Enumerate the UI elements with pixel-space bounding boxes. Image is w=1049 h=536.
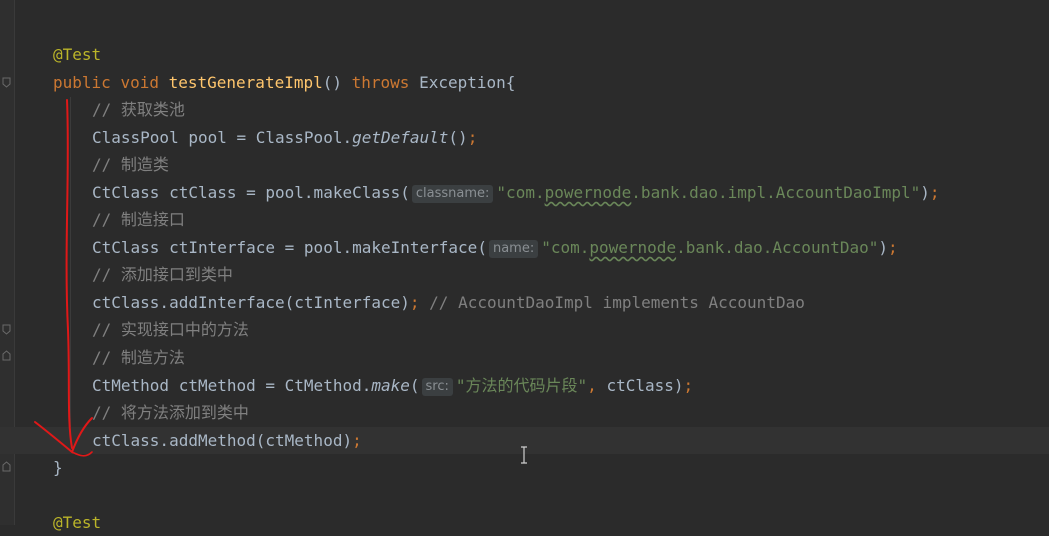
code-token: .bank.dao.impl.AccountDaoImpl" bbox=[631, 183, 921, 202]
code-token: ; bbox=[929, 183, 940, 202]
code-token: // 实现接口中的方法 bbox=[92, 320, 249, 339]
code-token: CtClass ctClass = pool.makeClass( bbox=[92, 183, 410, 202]
code-text: @Test bbox=[53, 509, 101, 536]
code-token: ( bbox=[409, 376, 420, 395]
code-token: powernode bbox=[544, 183, 632, 202]
code-line[interactable] bbox=[0, 482, 1049, 509]
code-token: // 获取类池 bbox=[92, 100, 185, 119]
code-token: // 制造方法 bbox=[92, 348, 185, 367]
code-token: .bank.dao.AccountDao" bbox=[676, 238, 879, 257]
code-line[interactable]: @Test bbox=[0, 41, 1049, 68]
code-token: testGenerateImpl bbox=[168, 73, 323, 92]
code-text: @Test bbox=[53, 41, 101, 68]
code-text: CtMethod ctMethod = CtMethod.make(src: "方… bbox=[92, 372, 693, 399]
code-line[interactable]: CtClass ctClass = pool.makeClass(classna… bbox=[0, 179, 1049, 206]
code-line[interactable]: CtMethod ctMethod = CtMethod.make(src: "方… bbox=[0, 372, 1049, 399]
code-token: @Test bbox=[53, 45, 102, 64]
code-token: "com. bbox=[541, 238, 590, 257]
code-token: // 添加接口到类中 bbox=[92, 265, 233, 284]
code-token: CtClass ctInterface = pool.makeInterface… bbox=[92, 238, 487, 257]
parameter-hint: classname: bbox=[411, 185, 494, 203]
code-token: } bbox=[53, 458, 63, 477]
code-line[interactable]: // 获取类池 bbox=[0, 96, 1049, 123]
code-token: () bbox=[448, 128, 468, 147]
code-token: ; bbox=[352, 431, 362, 450]
code-text: CtClass ctInterface = pool.makeInterface… bbox=[92, 234, 898, 261]
code-text: ClassPool pool = ClassPool.getDefault(); bbox=[92, 124, 477, 151]
code-text: ctClass.addInterface(ctInterface); // Ac… bbox=[92, 289, 805, 316]
code-token: // 将方法添加到类中 bbox=[92, 403, 249, 422]
code-text: // 将方法添加到类中 bbox=[92, 399, 249, 426]
code-token: throws bbox=[351, 73, 420, 92]
code-line[interactable]: public void testGenerateImpl() throws Ex… bbox=[0, 69, 1049, 96]
code-token: ctClass.addMethod(ctMethod) bbox=[92, 431, 353, 450]
code-text: // 添加接口到类中 bbox=[92, 261, 233, 288]
code-token: ; bbox=[888, 238, 898, 257]
code-editor[interactable]: @Test public void testGenerateImpl() thr… bbox=[0, 0, 1049, 532]
code-token: ClassPool pool = ClassPool. bbox=[92, 128, 353, 147]
code-token: ; bbox=[467, 128, 478, 147]
code-text: // 实现接口中的方法 bbox=[92, 316, 249, 343]
code-text: } bbox=[53, 454, 63, 481]
parameter-hint: name: bbox=[488, 240, 539, 258]
code-text: // 制造方法 bbox=[92, 344, 185, 371]
parameter-hint: src: bbox=[421, 378, 453, 396]
code-text: public void testGenerateImpl() throws Ex… bbox=[53, 69, 515, 96]
code-line[interactable]: @Test bbox=[0, 509, 1049, 536]
code-line[interactable]: ClassPool pool = ClassPool.getDefault(); bbox=[0, 124, 1049, 151]
code-token: public bbox=[53, 73, 121, 92]
code-token: @Test bbox=[53, 513, 102, 532]
code-text: ctClass.addMethod(ctMethod); bbox=[92, 427, 362, 454]
code-token: ctClass) bbox=[606, 376, 684, 395]
code-line[interactable]: ctClass.addInterface(ctInterface); // Ac… bbox=[0, 289, 1049, 316]
code-token: // 制造接口 bbox=[92, 210, 185, 229]
code-text: // 制造类 bbox=[92, 151, 169, 178]
code-text: // 制造接口 bbox=[92, 206, 185, 233]
code-line[interactable]: // 制造类 bbox=[0, 151, 1049, 178]
code-token: ) bbox=[878, 238, 889, 257]
code-line[interactable]: // 实现接口中的方法 bbox=[0, 316, 1049, 343]
code-token: // 制造类 bbox=[92, 155, 169, 174]
code-line[interactable]: CtClass ctInterface = pool.makeInterface… bbox=[0, 234, 1049, 261]
code-line[interactable]: // 制造接口 bbox=[0, 206, 1049, 233]
code-token: "com. bbox=[496, 183, 545, 202]
code-token: "方法的代码片段" bbox=[455, 376, 588, 395]
code-line[interactable]: // 添加接口到类中 bbox=[0, 261, 1049, 288]
code-token: getDefault bbox=[352, 128, 449, 147]
code-token: ctClass.addInterface(ctInterface) bbox=[92, 293, 410, 312]
code-token: ) bbox=[920, 183, 930, 202]
code-token: , bbox=[587, 376, 607, 395]
code-token: ; bbox=[409, 293, 420, 312]
code-line[interactable]: // 制造方法 bbox=[0, 344, 1049, 371]
code-token: CtMethod ctMethod = CtMethod. bbox=[92, 376, 372, 395]
code-token: () bbox=[322, 73, 352, 92]
code-line[interactable]: // 将方法添加到类中 bbox=[0, 399, 1049, 426]
code-token: powernode bbox=[589, 238, 677, 257]
code-text: // 获取类池 bbox=[92, 96, 185, 123]
code-token: make bbox=[371, 376, 410, 395]
code-token: Exception{ bbox=[419, 73, 516, 92]
code-token: ; bbox=[683, 376, 694, 395]
code-token: // AccountDaoImpl implements AccountDao bbox=[419, 293, 805, 312]
code-token: void bbox=[120, 73, 169, 92]
text-cursor-icon bbox=[521, 446, 527, 464]
code-text: CtClass ctClass = pool.makeClass(classna… bbox=[92, 179, 940, 206]
